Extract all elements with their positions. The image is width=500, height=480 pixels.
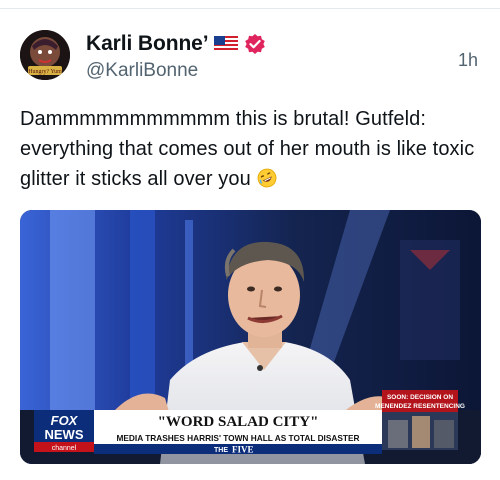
chyron-headline: "WORD SALAD CITY" [158, 414, 319, 430]
logo-line-2: NEWS [45, 427, 84, 442]
logo-line-1: FOX [51, 413, 79, 428]
post-header: Hungry? Yum Karli Bonne’ @KarliBonne 1h [20, 30, 480, 86]
promo-line-1: SOON: DECISION ON [387, 394, 453, 401]
chyron-subheadline: MEDIA TRASHES HARRIS' TOWN HALL AS TOTAL… [116, 433, 359, 443]
fox-news-logo: FOX NEWS channel [34, 410, 94, 452]
chyron: "WORD SALAD CITY" MEDIA TRASHES HARRIS' … [94, 410, 382, 455]
verified-badge-icon [244, 33, 266, 55]
avatar-caption: Hungry? Yum [28, 69, 62, 75]
us-flag-icon [214, 36, 239, 52]
post-text: Dammmmmmmmmmm this is brutal! Gutfeld: e… [20, 108, 475, 190]
top-divider [0, 8, 500, 9]
author-name-row: Karli Bonne’ [86, 30, 266, 58]
author-handle[interactable]: @KarliBonne [86, 60, 198, 82]
display-name[interactable]: Karli Bonne’ [86, 32, 209, 56]
post-media-video[interactable]: SOON: DECISION ON MENENDEZ RESENTENCING … [20, 210, 481, 464]
video-frame: SOON: DECISION ON MENENDEZ RESENTENCING … [20, 210, 481, 464]
show-name-prefix: THE [214, 447, 228, 454]
post-body: Dammmmmmmmmmm this is brutal! Gutfeld: e… [20, 104, 485, 194]
rolling-on-floor-laughing-emoji-icon [257, 167, 277, 188]
logo-line-3: channel [52, 445, 77, 452]
show-name: FIVE [232, 445, 254, 455]
avatar[interactable]: Hungry? Yum [20, 30, 70, 80]
promo-box: SOON: DECISION ON MENENDEZ RESENTENCING [375, 390, 465, 450]
promo-line-2: MENENDEZ RESENTENCING [375, 403, 465, 410]
post-timestamp[interactable]: 1h [458, 50, 478, 71]
